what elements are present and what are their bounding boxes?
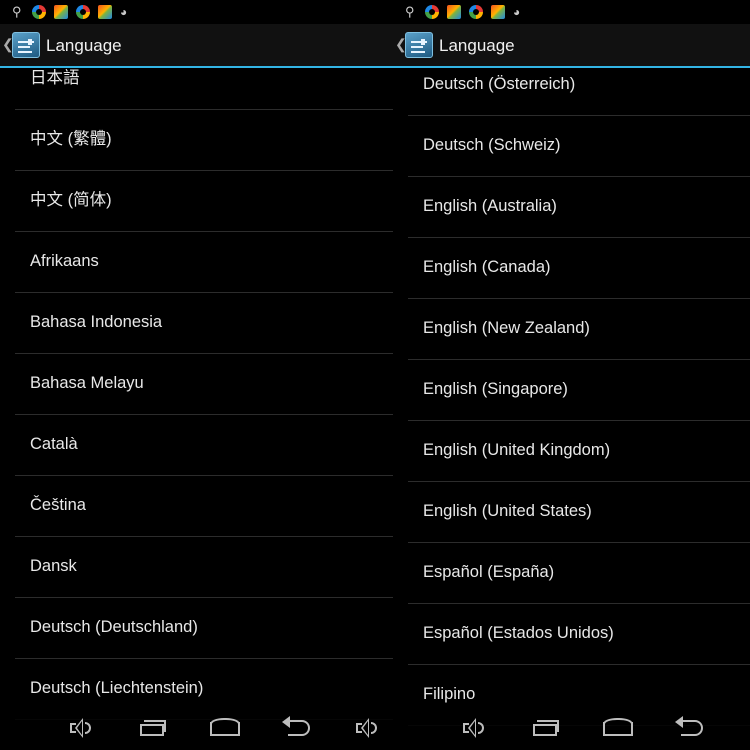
list-item-label: Afrikaans [30,252,99,270]
usb-icon: ⚲ [405,4,415,19]
list-item-label: Deutsch (Österreich) [423,75,576,93]
list-item-label: Filipino [423,685,476,703]
navigation-bar [393,708,750,750]
chrome-icon [76,5,90,19]
list-item[interactable]: Dansk [15,537,393,598]
list-item[interactable]: English (Australia) [408,177,750,238]
list-item-label: English (Australia) [423,197,557,215]
status-bar: ⚲ ◕ [393,0,750,24]
home-icon[interactable] [210,718,242,740]
list-item[interactable]: 中文 (繁體) [15,110,393,171]
chrome-icon [469,5,483,19]
list-item-label: Español (España) [423,563,555,581]
back-icon[interactable] [282,716,314,740]
list-item-label: English (United States) [423,502,592,520]
chrome-icon [32,5,46,19]
list-item[interactable]: Català [15,415,393,476]
list-item[interactable]: Bahasa Melayu [15,354,393,415]
list-item[interactable]: Bahasa Indonesia [15,293,393,354]
list-item-label: English (Singapore) [423,380,568,398]
usb-icon: ⚲ [12,4,22,19]
gallery-icon [447,5,461,19]
list-item-label: Dansk [30,557,77,575]
list-item-label: English (Canada) [423,258,551,276]
list-item-label: Bahasa Indonesia [30,313,163,331]
volume-up-icon[interactable] [356,718,382,740]
list-item-label: Čeština [30,496,86,514]
page-title[interactable]: Language [439,36,515,56]
list-item[interactable]: English (United Kingdom) [408,421,750,482]
gallery-icon [98,5,112,19]
android-icon: ◕ [513,5,521,19]
recent-apps-icon[interactable] [533,718,561,740]
android-icon: ◕ [120,5,128,19]
list-item-label: 中文 (简体) [30,191,112,209]
list-item-label: Deutsch (Deutschland) [30,618,198,636]
gallery-icon [54,5,68,19]
list-item[interactable]: Afrikaans [15,232,393,293]
list-item-label: 日本語 [30,69,80,87]
list-item-label: English (New Zealand) [423,319,590,337]
list-item-label: 中文 (繁體) [30,130,112,148]
recent-apps-icon[interactable] [140,718,168,740]
list-item-label: Bahasa Melayu [30,374,144,392]
status-bar: ⚲ ◕ [0,0,393,24]
list-item-label: Deutsch (Schweiz) [423,136,561,154]
navigation-bar [0,708,393,750]
home-icon[interactable] [603,718,635,740]
gallery-icon [491,5,505,19]
volume-down-icon[interactable] [463,718,485,740]
list-item[interactable]: 日本語 [15,49,393,110]
list-item[interactable]: Deutsch (Deutschland) [15,598,393,659]
list-item[interactable]: English (Singapore) [408,360,750,421]
list-item-label: Català [30,435,78,453]
list-item[interactable]: Deutsch (Schweiz) [408,116,750,177]
right-screen: ⚲ ◕ ❮ Language Deutsch (Österreich) Deut… [393,0,750,750]
back-icon[interactable] [675,716,707,740]
list-item[interactable]: Čeština [15,476,393,537]
list-item[interactable]: Deutsch (Österreich) [408,55,750,116]
list-item[interactable]: Español (España) [408,543,750,604]
volume-down-icon[interactable] [70,718,92,740]
chrome-icon [425,5,439,19]
list-item-label: Deutsch (Liechtenstein) [30,679,204,697]
list-item[interactable]: English (Canada) [408,238,750,299]
list-item-label: Español (Estados Unidos) [423,624,614,642]
list-item[interactable]: English (United States) [408,482,750,543]
list-item[interactable]: 中文 (简体) [15,171,393,232]
list-item[interactable]: English (New Zealand) [408,299,750,360]
left-screen: ⚲ ◕ ❮ Language 日本語 中文 (繁體) 中文 (简体) Afrik… [0,0,393,750]
list-item[interactable]: Español (Estados Unidos) [408,604,750,665]
list-item-label: English (United Kingdom) [423,441,611,459]
